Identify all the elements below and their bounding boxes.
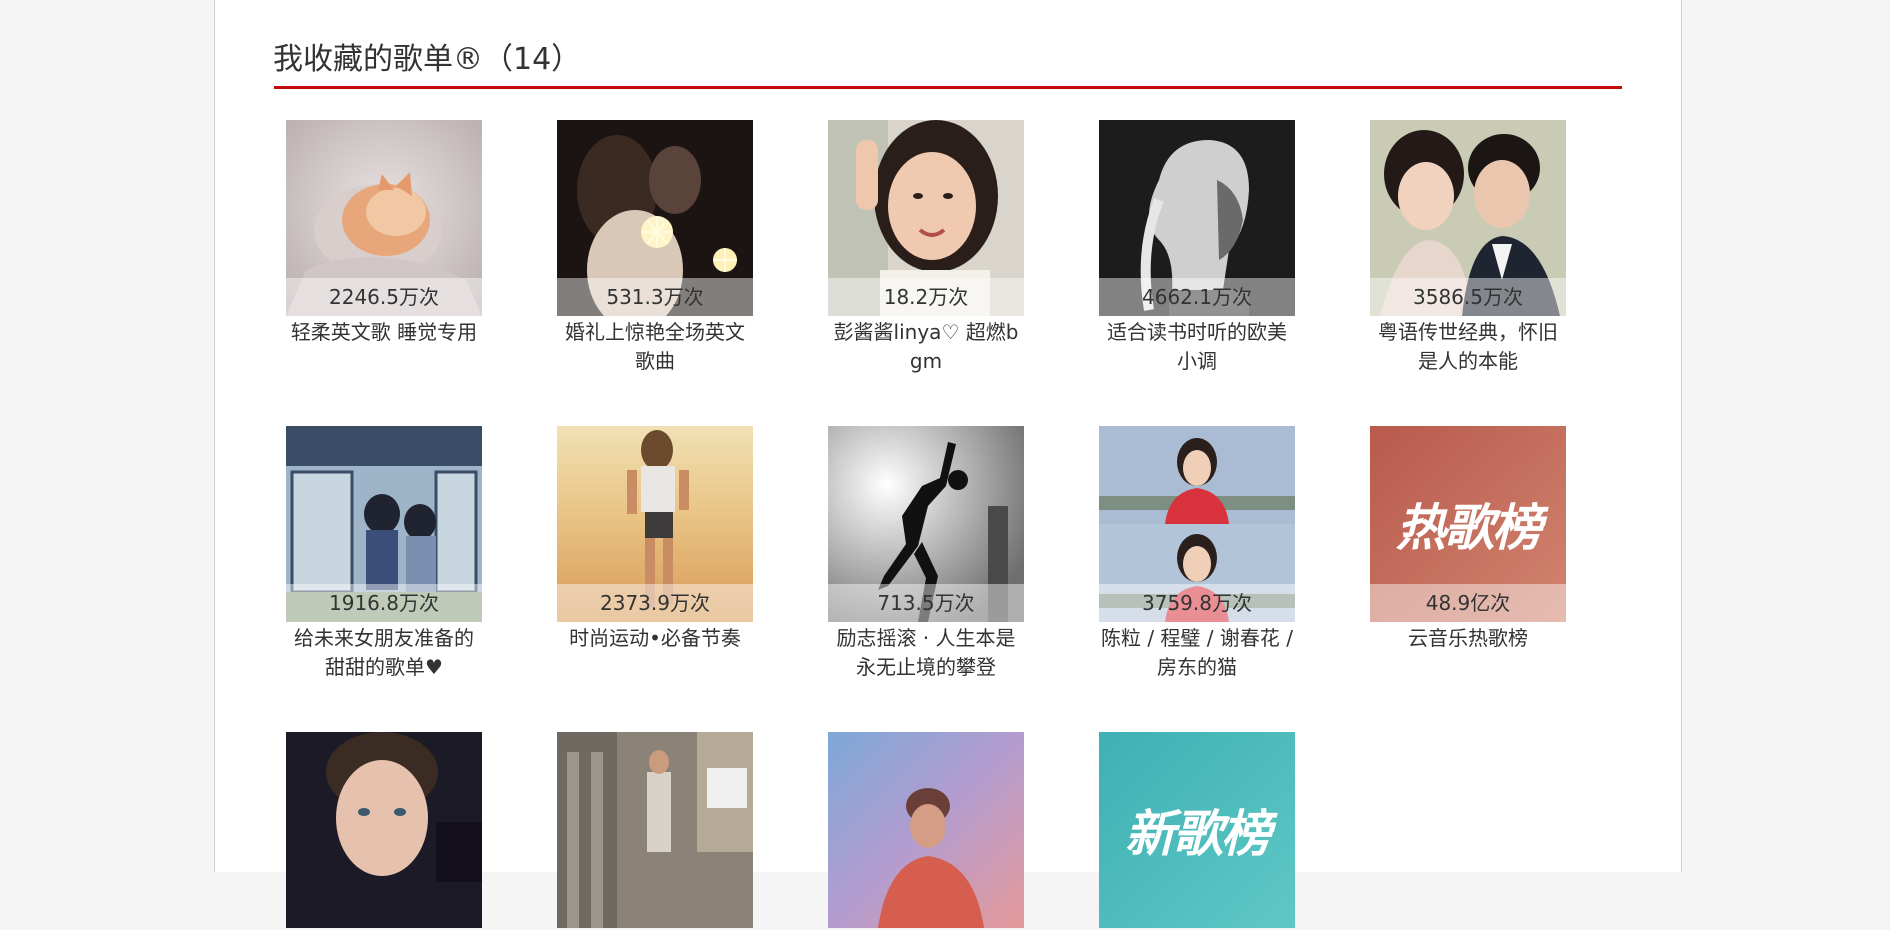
section-title: 我收藏的歌单®（14）: [273, 42, 582, 77]
playlist-cover[interactable]: [828, 732, 1024, 928]
play-count: 2246.5万次: [286, 278, 482, 316]
chart-brand-label: 热歌榜: [1396, 499, 1542, 557]
playlist-name[interactable]: 轻柔英文歌 睡觉专用: [286, 318, 482, 347]
playlist-cover[interactable]: 热歌榜 48.9亿次: [1370, 426, 1566, 622]
playlist-name[interactable]: 婚礼上惊艳全场英文歌曲: [557, 318, 753, 376]
playlist-card[interactable]: 2373.9万次 时尚运动•必备节奏: [557, 426, 753, 653]
playlist-name[interactable]: 给未来女朋友准备的甜甜的歌单♥: [286, 624, 482, 682]
playlist-cover[interactable]: 3586.5万次: [1370, 120, 1566, 316]
play-count: 18.2万次: [828, 278, 1024, 316]
play-count: 713.5万次: [828, 584, 1024, 622]
playlist-cover[interactable]: 1916.8万次: [286, 426, 482, 622]
playlist-card[interactable]: [828, 732, 1024, 930]
playlist-cover[interactable]: 2246.5万次: [286, 120, 482, 316]
playlist-name[interactable]: 时尚运动•必备节奏: [557, 624, 753, 653]
play-count: 48.9亿次: [1370, 584, 1566, 622]
playlist-cover[interactable]: 18.2万次: [828, 120, 1024, 316]
playlist-cover[interactable]: 4662.1万次: [1099, 120, 1295, 316]
playlist-card[interactable]: 3759.8万次 陈粒 / 程璧 / 谢春花 / 房东的猫: [1099, 426, 1295, 682]
playlist-cover[interactable]: 531.3万次: [557, 120, 753, 316]
playlist-card[interactable]: 4662.1万次 适合读书时听的欧美小调: [1099, 120, 1295, 376]
street-photo-icon: [557, 732, 753, 928]
colorful-portrait-icon: [828, 732, 1024, 928]
playlist-cover[interactable]: 2373.9万次: [557, 426, 753, 622]
play-count: 3759.8万次: [1099, 584, 1295, 622]
playlist-card[interactable]: 3586.5万次 粤语传世经典，怀旧是人的本能: [1370, 120, 1566, 376]
playlist-card[interactable]: 2246.5万次 轻柔英文歌 睡觉专用: [286, 120, 482, 347]
playlist-name[interactable]: 彭酱酱linya♡ 超燃bgm: [828, 318, 1024, 376]
playlist-card[interactable]: 531.3万次 婚礼上惊艳全场英文歌曲: [557, 120, 753, 376]
playlist-card[interactable]: 713.5万次 励志摇滚 · 人生本是永无止境的攀登: [828, 426, 1024, 682]
play-count: 1916.8万次: [286, 584, 482, 622]
young-man-portrait-icon: [286, 732, 482, 928]
playlist-cover[interactable]: 713.5万次: [828, 426, 1024, 622]
playlist-card[interactable]: 热歌榜 48.9亿次 云音乐热歌榜: [1370, 426, 1566, 653]
chart-brand-label: 新歌榜: [1125, 805, 1271, 863]
playlist-cover[interactable]: [286, 732, 482, 928]
playlist-card[interactable]: [557, 732, 753, 930]
playlist-name[interactable]: 陈粒 / 程璧 / 谢春花 / 房东的猫: [1099, 624, 1295, 682]
page-container: 我收藏的歌单®（14） 2246.5万次 轻柔英文歌 睡觉专用 531.3万次 …: [214, 0, 1682, 928]
playlist-name[interactable]: 励志摇滚 · 人生本是永无止境的攀登: [828, 624, 1024, 682]
play-count: 2373.9万次: [557, 584, 753, 622]
title-divider: [274, 86, 1622, 89]
playlist-cover[interactable]: 3759.8万次: [1099, 426, 1295, 622]
playlist-cover[interactable]: [557, 732, 753, 928]
playlist-card[interactable]: 18.2万次 彭酱酱linya♡ 超燃bgm: [828, 120, 1024, 376]
playlist-card[interactable]: [286, 732, 482, 930]
playlist-name[interactable]: 适合读书时听的欧美小调: [1099, 318, 1295, 376]
play-count: 531.3万次: [557, 278, 753, 316]
playlist-cover[interactable]: 新歌榜: [1099, 732, 1295, 928]
playlist-name[interactable]: 云音乐热歌榜: [1370, 624, 1566, 653]
playlist-name[interactable]: 粤语传世经典，怀旧是人的本能: [1370, 318, 1566, 376]
play-count: 4662.1万次: [1099, 278, 1295, 316]
playlist-card[interactable]: 1916.8万次 给未来女朋友准备的甜甜的歌单♥: [286, 426, 482, 682]
play-count: 3586.5万次: [1370, 278, 1566, 316]
playlist-card[interactable]: 新歌榜: [1099, 732, 1295, 930]
